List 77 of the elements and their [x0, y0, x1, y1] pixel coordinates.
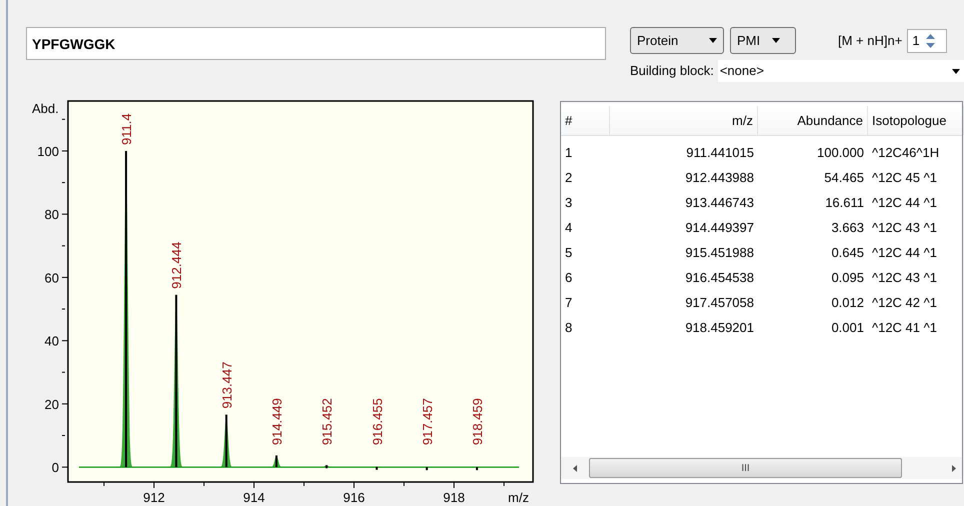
peak-label: 914.449: [269, 398, 284, 446]
table-cell-text: 915.451988: [684, 244, 755, 262]
table-cell-text: 54.465: [823, 168, 865, 187]
scroll-left-icon: [573, 464, 577, 472]
mode-dropdown[interactable]: PMI: [730, 27, 796, 54]
dropdown-arrow-icon: [772, 38, 780, 43]
scroll-right-icon: [952, 464, 956, 472]
x-tick-label: 916: [343, 490, 365, 505]
peak-label: 911.4: [119, 113, 134, 145]
x-axis-label: m/z: [508, 490, 529, 505]
y-tick-label: 60: [44, 270, 59, 286]
table-cell-text: ^12C 44 ^1: [871, 244, 938, 262]
table-cell-text: 913.446743: [684, 194, 755, 212]
x-tick-label: 918: [443, 490, 465, 505]
table-cell-text: 6: [564, 268, 574, 287]
column-header[interactable]: Isotopologue: [868, 106, 964, 135]
table-cell-text: 3: [564, 194, 574, 212]
table-cell-text: 0.001: [830, 318, 865, 337]
table-cell-text: 918.459201: [684, 318, 755, 337]
x-tick-label: 912: [143, 490, 165, 505]
peak-label: 917.457: [420, 398, 435, 446]
peak-label: 915.452: [320, 398, 335, 446]
table-cell-text: ^12C 45 ^1: [871, 168, 938, 187]
type-dropdown[interactable]: Protein: [630, 27, 724, 54]
peak-bar: [275, 455, 278, 468]
peak-label: 918.459: [470, 398, 485, 446]
y-tick-label: 20: [44, 396, 59, 412]
table-cell-text: ^12C 43 ^1: [871, 218, 938, 237]
table-cell-text: 2: [564, 168, 574, 187]
scrollbar-thumb[interactable]: III: [589, 458, 902, 478]
table-cell-text: 0.012: [830, 294, 865, 312]
table-cell-text: 4: [564, 218, 574, 237]
table-cell-text: 1: [564, 144, 574, 162]
dropdown-arrow-icon: [952, 68, 960, 74]
peak-bar: [426, 467, 428, 470]
table-cell-text: 0.645: [830, 244, 865, 262]
table-cell-text: 5: [564, 244, 574, 262]
table-cell-text: 8: [564, 318, 574, 337]
table-cell-text: 916.454538: [684, 268, 755, 287]
peak-bar: [376, 466, 378, 470]
table-cell-text: ^12C 44 ^1: [871, 194, 938, 212]
table-cell-text: 0.095: [830, 268, 865, 287]
table-cell-text: 16.611: [824, 194, 865, 212]
horizontal-scrollbar[interactable]: III: [561, 457, 962, 479]
table-cell-text: ^12C 42 ^1: [871, 294, 938, 312]
table-cell-text: 914.449397: [684, 218, 755, 237]
dropdown-arrow-icon: [709, 38, 717, 43]
y-axis-label: Abd.: [32, 101, 59, 116]
charge-spinner[interactable]: 1: [907, 28, 948, 52]
column-header[interactable]: Abundance: [758, 106, 868, 135]
peak-label: 916.455: [370, 398, 385, 446]
column-header[interactable]: #: [561, 106, 610, 135]
building-block-label: Building block:: [630, 62, 714, 80]
table-cell-text: ^12C 43 ^1: [871, 268, 938, 287]
table-cell-text: 7: [564, 294, 574, 312]
peak-bar: [326, 465, 328, 468]
table-cell-text: 917.457058: [684, 294, 755, 312]
peak-bar: [225, 414, 228, 468]
column-header[interactable]: m/z: [610, 106, 758, 135]
y-tick-label: 80: [44, 207, 59, 222]
table-cell-text: 3.663: [830, 218, 865, 237]
charge-label: [M + nH]n+: [838, 32, 902, 50]
table-cell-text: 912.443988: [684, 168, 755, 187]
y-tick-label: 100: [37, 144, 59, 159]
y-tick-label: 0: [52, 460, 59, 476]
spin-arrows-icon: [926, 32, 935, 50]
sequence-input-field[interactable]: YPFGWGGK: [26, 27, 606, 60]
y-tick-label: 40: [44, 334, 59, 349]
table-cell-text: 911.441015: [685, 144, 755, 162]
table-cell-text: 100.000: [816, 144, 865, 162]
table-cell-text: ^12C46^1H: [871, 144, 940, 162]
peak-bar: [476, 467, 478, 470]
x-tick-label: 914: [243, 490, 265, 505]
building-block-dropdown[interactable]: <none>: [718, 60, 964, 82]
table-cell-text: ^12C 41 ^1: [871, 318, 938, 337]
peak-label: 912.444: [169, 242, 184, 289]
peak-label: 913.447: [219, 362, 234, 409]
